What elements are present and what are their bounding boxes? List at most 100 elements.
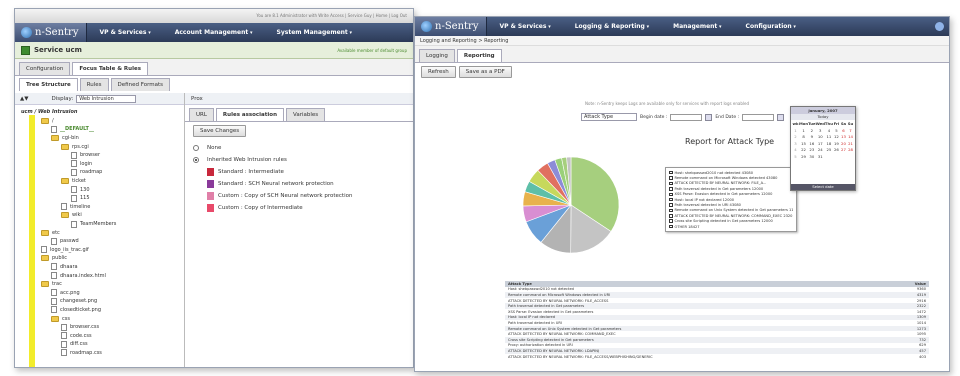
tree-item[interactable]: diff.css [21,340,178,349]
tree-item[interactable]: dhaara.index.html [21,271,178,280]
legend-checkbox[interactable] [669,224,673,229]
tab-variables[interactable]: Variables [285,108,326,121]
calendar-icon-end[interactable] [777,113,785,121]
tree-item[interactable]: browser.css [21,323,178,332]
menu-account-management[interactable]: Account Management [163,29,265,36]
tree-item[interactable]: cgi-bin [21,134,178,143]
tree-item[interactable]: changeset.png [21,297,178,306]
help-icon[interactable] [935,22,944,31]
tree-item[interactable]: __DEFAULT__ [21,125,178,134]
end-date-input[interactable] [742,113,775,121]
legend-checkbox[interactable] [669,176,673,180]
tab-rules[interactable]: Rules [79,78,109,91]
tree-item[interactable]: login [21,160,178,169]
calendar-day[interactable]: 31 [816,154,825,161]
date-picker-calendar: January, 2007 Today wk Mon Tue Wed Thu Fri Sa S… [790,106,856,191]
tree-item[interactable]: acc.png [21,288,178,297]
tab-focus-table-rules[interactable]: Focus Table & Rules [72,62,148,75]
tree-item[interactable]: / [21,117,178,126]
rule-option[interactable]: Standard : SCH Neural network protection [193,178,405,190]
legend-checkbox[interactable] [669,214,673,218]
tree-item[interactable]: dhaara [21,263,178,272]
legend-checkbox[interactable] [669,181,673,186]
legend-checkbox[interactable] [669,197,673,202]
save-changes-button[interactable]: Save Changes [193,125,247,137]
rule-radio[interactable] [193,145,199,151]
calendar-month: January, 2007 [791,107,855,114]
file-icon [71,168,77,176]
legend-label: ATTACK DETECTED BY NEURAL NETWORK: FILE_… [674,181,767,186]
calendar-icon[interactable] [705,113,713,121]
rule-radio[interactable] [193,157,199,163]
tree-item[interactable]: trac [21,280,178,289]
tree-item[interactable]: timeline [21,203,178,212]
calendar-day[interactable] [833,154,840,161]
tab-tree-structure[interactable]: Tree Structure [19,78,78,91]
logo-2[interactable]: n-Sentry [415,17,488,36]
refresh-button[interactable]: Refresh [421,66,456,78]
report-table: Attack Type Value Host: shebpasswd2010 n… [505,281,929,359]
legend-checkbox[interactable] [669,219,673,223]
tree-item[interactable]: rps.cgi [21,142,178,151]
tree-item[interactable]: ucm / Web Intrusion [21,108,178,117]
tab-defined-formats[interactable]: Defined Formats [110,78,170,91]
menu-system-management[interactable]: System Management [265,29,365,36]
menu-configuration[interactable]: Configuration [734,23,808,30]
calendar-day[interactable]: 30 [808,154,815,161]
legend-checkbox[interactable] [669,192,673,196]
tree-item[interactable]: browser [21,151,178,160]
tree-item[interactable]: code.css [21,331,178,340]
tree-item[interactable]: passwd [21,237,178,246]
begin-date-input[interactable] [670,113,703,121]
legend-label: XSS Parse: Evasion detected in Get param… [674,192,773,197]
rule-option[interactable]: Standard : Intermediate [193,166,405,178]
save-pdf-button[interactable]: Save as a PDF [458,66,512,78]
menu-management[interactable]: Management [661,23,733,30]
tree-item[interactable]: 130 [21,185,178,194]
calendar-day[interactable] [825,154,833,161]
folder-icon [61,143,69,150]
tab-logging[interactable]: Logging [419,49,455,62]
rule-option[interactable]: Custom : Copy of Intermediate [193,202,405,214]
tab-configuration[interactable]: Configuration [19,62,71,75]
rule-color-swatch [207,204,214,212]
value-cell: 403 [919,354,926,359]
calendar-day[interactable]: 29 [799,154,808,161]
tree-item-label: dhaara.index.html [60,272,106,279]
tree-item[interactable]: wiki [21,211,178,220]
menu-vp-services[interactable]: VP & Services [87,29,162,36]
tree-item-label: passwd [60,238,79,245]
legend-checkbox[interactable] [669,203,673,207]
tree-item[interactable]: logo_iis_trac.gif [21,246,178,255]
rule-option[interactable]: Custom : Copy of SCH Neural network prot… [193,190,405,202]
display-select[interactable]: Web Intrusion [76,94,137,103]
legend-checkbox[interactable] [669,170,673,175]
file-icon [71,194,77,202]
tree-item[interactable]: etc [21,228,178,237]
service-title: Service ucm [34,46,82,54]
panel-header: Prox [185,93,413,105]
tab-reporting[interactable]: Reporting [456,49,502,62]
tree-item[interactable]: public [21,254,178,263]
expand-icon[interactable]: ▲▼ [20,96,28,102]
rule-option[interactable]: Inherited Web Intrusion rules [193,154,405,166]
logo[interactable]: n-Sentry [15,23,88,42]
calendar-day[interactable] [840,154,847,161]
tree-item[interactable]: roadmap [21,168,178,177]
tree-item[interactable]: 115 [21,194,178,203]
rule-option[interactable]: None [193,142,405,154]
tree-item[interactable]: ticket [21,177,178,186]
legend-checkbox[interactable] [669,208,673,213]
legend-checkbox[interactable] [669,187,673,191]
calendar-day[interactable] [847,154,854,161]
tree-item[interactable]: TeamMembers [21,220,178,229]
tree-item-label: TeamMembers [80,221,117,228]
tree-item[interactable]: closedticket.png [21,306,178,315]
attack-type-select[interactable]: Attack Type [581,113,637,121]
menu-vp-services-2[interactable]: VP & Services [487,23,562,30]
tree-item[interactable]: roadmap.css [21,349,178,358]
tab-rules-association[interactable]: Rules association [215,108,284,121]
tab-url[interactable]: URL [189,108,214,121]
tree-item[interactable]: css [21,314,178,323]
menu-logging-reporting[interactable]: Logging & Reporting [563,23,661,30]
